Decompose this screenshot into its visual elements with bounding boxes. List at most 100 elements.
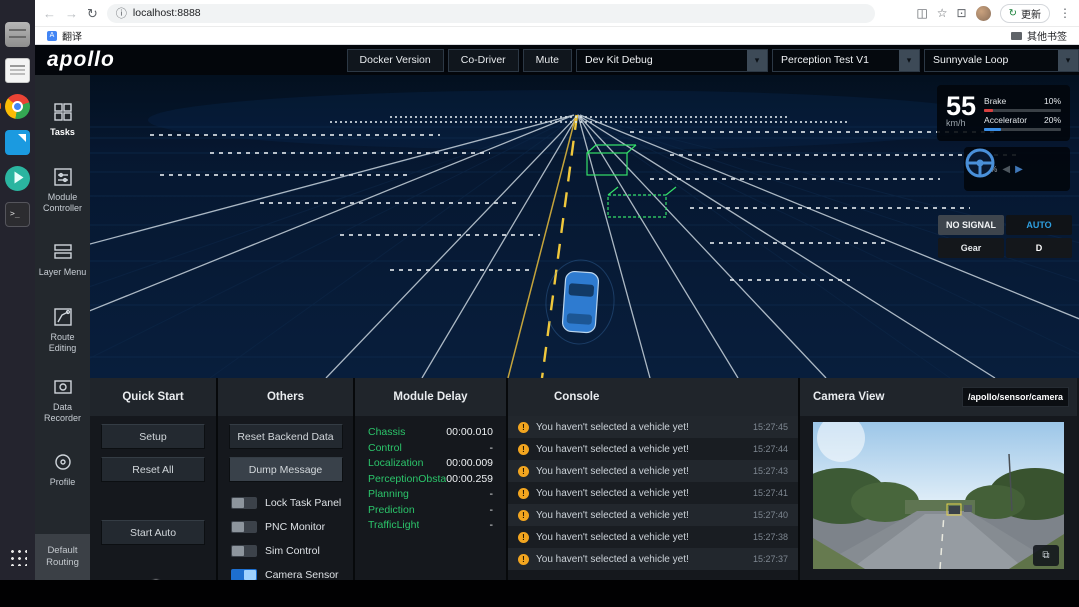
apollo-logo: apollo (47, 48, 115, 71)
profile-avatar[interactable] (975, 5, 991, 21)
remote-desktop-icon[interactable] (5, 166, 30, 191)
brake-meter (984, 108, 1061, 112)
warning-icon: ! (518, 553, 529, 565)
toggle-switch[interactable] (231, 521, 257, 533)
mute-button[interactable]: Mute (522, 48, 572, 72)
setup-button[interactable]: Setup (101, 424, 205, 449)
running-indicator (0, 103, 1, 109)
reload-icon[interactable]: ↻ (87, 7, 98, 20)
bookmark-star-icon[interactable]: ☆ (937, 6, 948, 20)
sidebar-item-layer-menu[interactable]: Layer Menu (35, 225, 90, 295)
tab-search-icon[interactable]: ⊡ (957, 6, 967, 20)
toggle-pnc-monitor[interactable]: PNC Monitor (218, 515, 353, 539)
console-message: ! You haven't selected a vehicle yet! 15:2… (508, 504, 798, 526)
sidebar-label: Default Routing (46, 545, 79, 568)
module-delay-row: Prediction - (368, 503, 493, 516)
sidebar-label: Tasks (50, 127, 75, 137)
warning-icon: ! (518, 487, 529, 499)
toggle-switch[interactable] (231, 545, 257, 557)
camera-topic-input[interactable]: /apollo/sensor/camera (961, 387, 1069, 407)
turn-right-icon: ▶ (1015, 163, 1023, 175)
signal-panel: NO SIGNAL AUTO Gear D (938, 215, 1072, 258)
mode-select[interactable]: Dev Kit Debug ▾ (576, 48, 768, 72)
toggle-switch[interactable] (231, 497, 257, 509)
console-message: ! You haven't selected a vehicle yet! 15:2… (508, 416, 798, 438)
camera-view-panel: Camera View /apollo/sensor/camera ⧉ (800, 378, 1077, 580)
other-bookmarks-label: 其他书签 (1027, 32, 1067, 43)
toggle-label: Lock Task Panel (265, 497, 342, 509)
chevron-down-icon: ▾ (1058, 49, 1078, 71)
mode-select-value: Dev Kit Debug (585, 54, 653, 66)
chrome-icon[interactable] (0, 94, 30, 119)
panel-title: Quick Start (90, 378, 216, 416)
browser-update-button[interactable]: ↻ 更新 (999, 3, 1050, 23)
toggle-list: Lock Task Panel PNC Monitor Sim Control … (218, 491, 353, 580)
address-bar[interactable]: ⓘ localhost:8888 (106, 3, 875, 23)
layers-icon (53, 244, 72, 259)
toggle-camera-sensor[interactable]: Camera Sensor (218, 563, 353, 580)
forward-icon[interactable]: → (65, 7, 78, 20)
vscode-icon[interactable] (5, 130, 30, 155)
sidebar-item-route-editing[interactable]: Route Editing (35, 295, 90, 365)
sidebar-item-module-controller[interactable]: Module Controller (35, 155, 90, 225)
sidebar-label: Route Editing (48, 331, 77, 353)
sidebar-item-profile[interactable]: Profile (35, 435, 90, 505)
back-icon[interactable]: ← (43, 7, 56, 20)
camera-expand-button[interactable]: ⧉ (1033, 545, 1059, 566)
update-label: 更新 (1021, 9, 1041, 21)
warning-icon: ! (518, 531, 529, 543)
accelerator-value: 20% (1043, 114, 1061, 125)
panel-title: Module Delay (355, 378, 506, 416)
steering-panel: 0 % ◀ ▶ (964, 147, 1070, 191)
translate-icon: A (47, 30, 57, 41)
site-info-icon[interactable]: ⓘ (116, 5, 127, 21)
toggle-label: Sim Control (265, 545, 320, 557)
module-delay-row: Localization 00:00.009 (368, 457, 493, 469)
reading-list-icon[interactable]: ◫ (916, 6, 927, 20)
panel-title: Console (508, 378, 798, 416)
tasks-grid-icon (53, 103, 72, 121)
speed-value: 55 (946, 91, 977, 121)
console-message: ! You haven't selected a vehicle yet! 15:2… (508, 460, 798, 482)
map-select-value: Sunnyvale Loop (933, 54, 1009, 66)
vehicle-select[interactable]: Perception Test V1 ▾ (772, 48, 920, 72)
others-panel: Others Reset Backend Data Dump Message L… (218, 378, 355, 580)
console-message: ! You haven't selected a vehicle yet! 15:2… (508, 548, 798, 570)
url-text: localhost:8888 (132, 7, 201, 19)
toggle-switch[interactable] (231, 569, 257, 580)
reset-all-button[interactable]: Reset All (101, 457, 205, 482)
toggle-lock-task-panel[interactable]: Lock Task Panel (218, 491, 353, 515)
sidebar-item-default-routing[interactable]: Default Routing (35, 534, 90, 580)
warning-icon: ! (518, 465, 529, 477)
map-select[interactable]: Sunnyvale Loop ▾ (924, 48, 1079, 72)
console-panel: Console ! You haven't selected a vehicle … (508, 378, 800, 580)
speed-panel: 55 km/h Brake 10% Accelerator 20% (937, 85, 1070, 141)
app-grid-icon[interactable] (8, 547, 27, 566)
reset-backend-data-button[interactable]: Reset Backend Data (228, 424, 343, 449)
co-driver-button[interactable]: Co-Driver (447, 48, 519, 72)
files-app-icon[interactable] (5, 22, 30, 47)
sidebar-item-tasks[interactable]: Tasks (35, 85, 90, 155)
turn-signal-status: NO SIGNAL (938, 215, 1004, 235)
road-scene (90, 75, 1079, 378)
start-auto-button[interactable]: Start Auto (101, 520, 205, 545)
other-bookmarks[interactable]: 其他书签 (1011, 28, 1067, 43)
module-delay-row: TrafficLight - (368, 519, 493, 531)
panel-title: Camera View (813, 391, 885, 403)
toggle-sim-control[interactable]: Sim Control (218, 539, 353, 563)
panel-title: Others (218, 378, 353, 416)
sidebar-label: Data Recorder (43, 401, 81, 423)
vehicle-select-value: Perception Test V1 (781, 54, 869, 66)
dump-message-button[interactable]: Dump Message (228, 457, 343, 482)
menu-icon[interactable]: ⋮ (1059, 6, 1071, 20)
chevron-down-icon: ▾ (747, 49, 767, 71)
bookmark-translate[interactable]: 翻译 (62, 28, 82, 43)
text-editor-icon[interactable] (5, 58, 30, 83)
docker-version-button[interactable]: Docker Version (346, 48, 444, 72)
sidebar-item-data-recorder[interactable]: Data Recorder (35, 365, 90, 435)
module-delay-panel: Module Delay Chassis 00:00.010 Control - L… (355, 378, 508, 580)
terminal-icon[interactable] (5, 202, 30, 227)
vehicle-visualization-3d[interactable]: 55 km/h Brake10% Accelerator20% 0 % ◀ ▶ … (90, 75, 1079, 378)
quick-start-panel: Quick Start Setup Reset All Start Auto ⊘ (90, 378, 218, 580)
warning-icon: ! (518, 509, 529, 521)
